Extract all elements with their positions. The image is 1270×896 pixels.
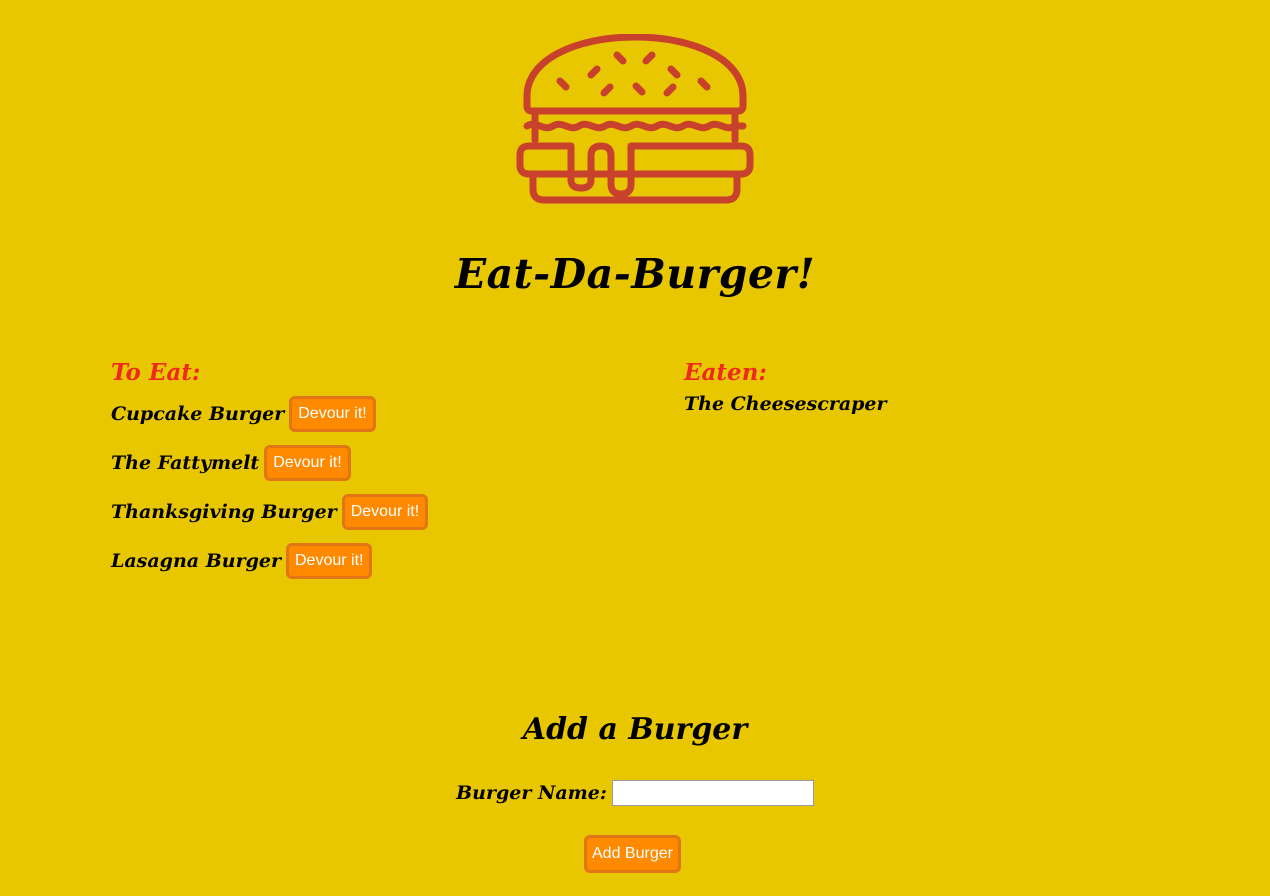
burger-name-input[interactable]	[611, 780, 814, 806]
burger-name-label: Burger Name:	[456, 782, 607, 804]
add-burger-button[interactable]: Add Burger	[584, 835, 681, 873]
burger-name: Lasagna Burger	[111, 550, 281, 572]
devour-button[interactable]: Devour it!	[341, 494, 429, 530]
to-eat-section: To Eat: Cupcake Burger Devour it! The Fa…	[111, 358, 651, 593]
burger-name: The Fattymelt	[111, 452, 260, 474]
to-eat-heading: To Eat:	[111, 359, 201, 386]
burger-name: Thanksgiving Burger	[111, 501, 337, 523]
burger-name: The Cheesescraper	[684, 393, 887, 415]
devour-button[interactable]: Devour it!	[289, 396, 376, 432]
devour-button[interactable]: Devour it!	[264, 445, 351, 481]
eaten-heading: Eaten:	[684, 359, 767, 386]
list-item: Cupcake Burger Devour it!	[111, 396, 651, 432]
eaten-section: Eaten: The Cheesescraper	[684, 358, 1164, 417]
add-burger-heading: Add a Burger	[522, 712, 748, 747]
list-item: Lasagna Burger Devour it!	[111, 543, 651, 579]
burger-name: Cupcake Burger	[111, 403, 285, 425]
list-item: The Cheesescraper	[684, 391, 1164, 417]
add-burger-form: Burger Name:	[0, 780, 1270, 806]
list-item: Thanksgiving Burger Devour it!	[111, 494, 651, 530]
burger-icon	[516, 34, 754, 204]
eaten-list: The Cheesescraper	[684, 391, 1164, 417]
list-item: The Fattymelt Devour it!	[111, 445, 651, 481]
to-eat-list: Cupcake Burger Devour it! The Fattymelt …	[111, 396, 651, 579]
devour-button[interactable]: Devour it!	[285, 543, 373, 579]
page-title: Eat-Da-Burger!	[454, 250, 816, 298]
